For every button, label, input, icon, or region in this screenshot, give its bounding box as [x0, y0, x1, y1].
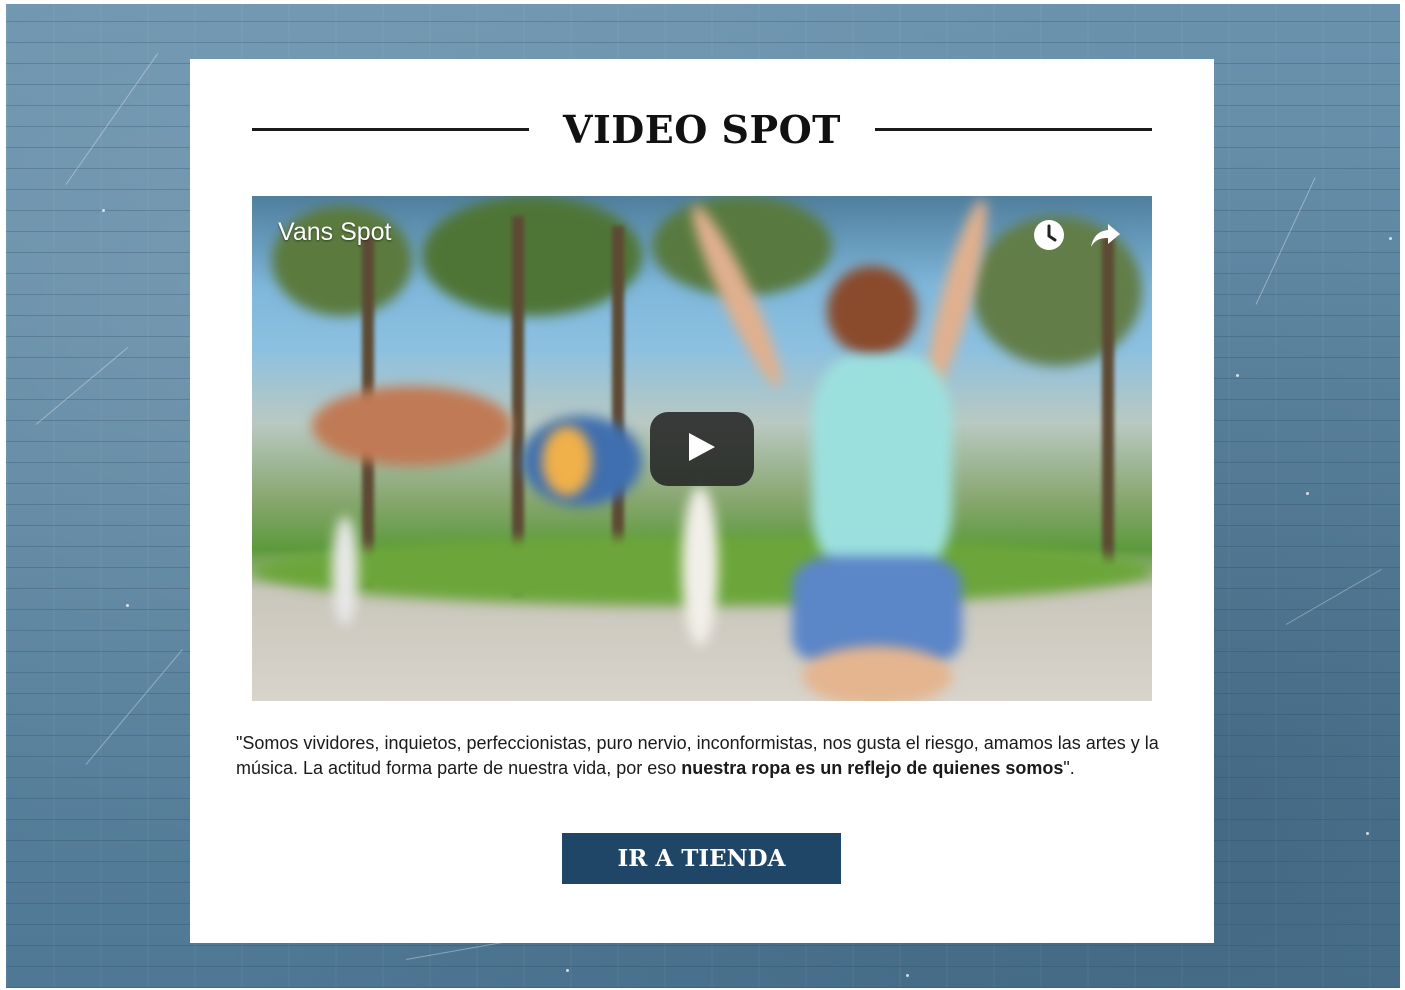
- video-card: VIDEO SPOT Vans Spot "Somos vividores, i…: [190, 59, 1214, 943]
- clock-icon[interactable]: [1032, 218, 1066, 252]
- quote-text-bold: nuestra ropa es un reflejo de quienes so…: [681, 758, 1064, 778]
- heading-rule-right: [875, 127, 1152, 131]
- section-title: VIDEO SPOT: [563, 106, 841, 152]
- heading-rule-left: [252, 127, 529, 131]
- section-heading: VIDEO SPOT: [252, 106, 1152, 152]
- play-icon: [687, 431, 717, 468]
- video-title[interactable]: Vans Spot: [278, 218, 392, 247]
- quote-text-end: ".: [1063, 758, 1075, 778]
- play-button[interactable]: [650, 412, 754, 486]
- video-player[interactable]: Vans Spot: [252, 196, 1152, 701]
- brand-quote: "Somos vividores, inquietos, perfeccioni…: [236, 731, 1176, 781]
- page-background: VIDEO SPOT Vans Spot "Somos vividores, i…: [6, 4, 1400, 988]
- share-icon[interactable]: [1088, 218, 1122, 252]
- go-to-store-button[interactable]: IR A TIENDA: [562, 833, 841, 884]
